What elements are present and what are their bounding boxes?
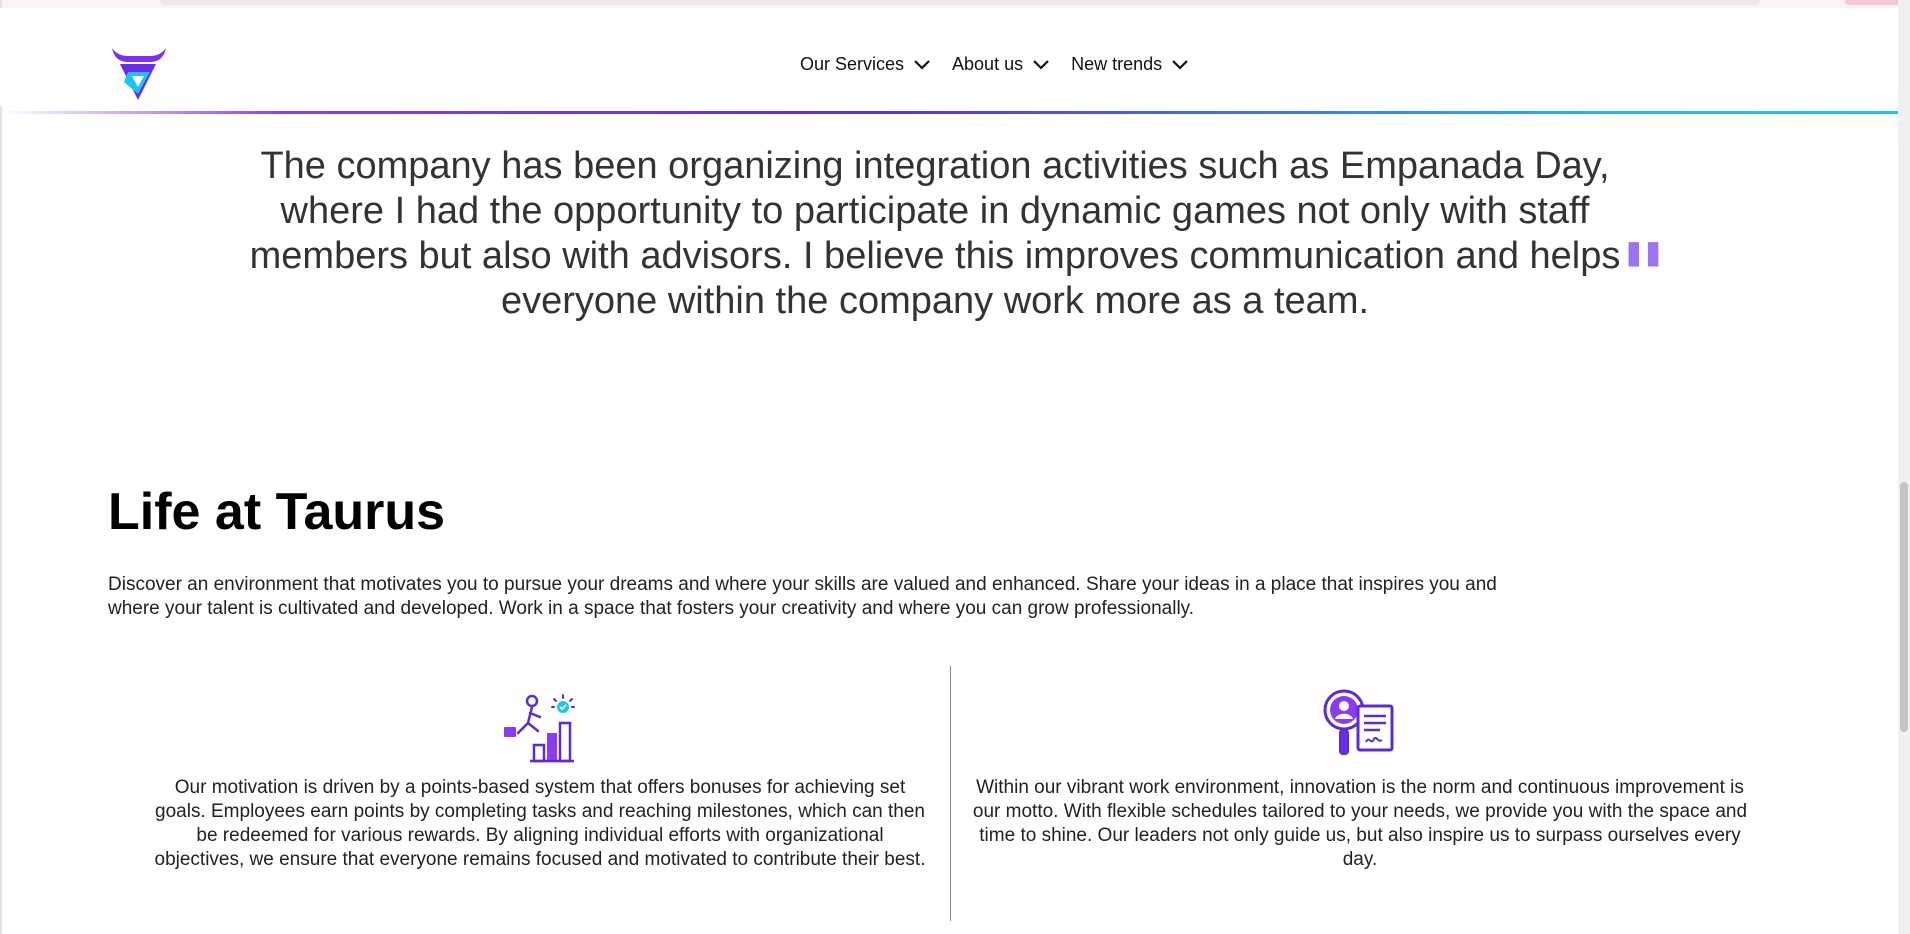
section-intro: Discover an environment that motivates y…: [108, 574, 1497, 619]
chevron-down-icon: [914, 59, 930, 70]
quote-mark-icon: ": [1620, 225, 1667, 330]
scrollbar-thumb[interactable]: [1900, 482, 1908, 732]
window-border: [0, 0, 2, 934]
card-motivation-text: Our motivation is driven by a points-bas…: [154, 777, 926, 870]
taurus-logo-icon[interactable]: [110, 44, 168, 104]
growth-chart-icon: [504, 694, 575, 763]
nav-about-us[interactable]: About us: [952, 54, 1049, 75]
browser-tab-strip: [1845, 0, 1905, 5]
talent-search-icon: [1323, 689, 1394, 755]
browser-address-strip: [160, 0, 1760, 5]
site-header: Our Services About us New trends: [0, 8, 1898, 114]
card-environment-text: Within our vibrant work environment, inn…: [972, 777, 1748, 870]
chevron-down-icon: [1172, 59, 1188, 70]
header-gradient-line: [0, 111, 1898, 114]
browser-top-strip: [0, 0, 1910, 8]
nav-new-trends[interactable]: New trends: [1071, 54, 1188, 75]
nav-new-trends-label: New trends: [1071, 54, 1163, 74]
testimonial-quote: The company has been organizing integrat…: [249, 145, 1621, 322]
chevron-down-icon: [1033, 59, 1049, 70]
nav-our-services[interactable]: Our Services: [800, 54, 930, 75]
page-scrollbar[interactable]: [1898, 0, 1910, 934]
nav-our-services-label: Our Services: [800, 54, 905, 74]
main-nav: Our Services About us New trends: [800, 54, 1188, 75]
nav-about-us-label: About us: [952, 54, 1024, 74]
card-divider: [950, 666, 951, 921]
section-title: Life at Taurus: [108, 483, 446, 541]
